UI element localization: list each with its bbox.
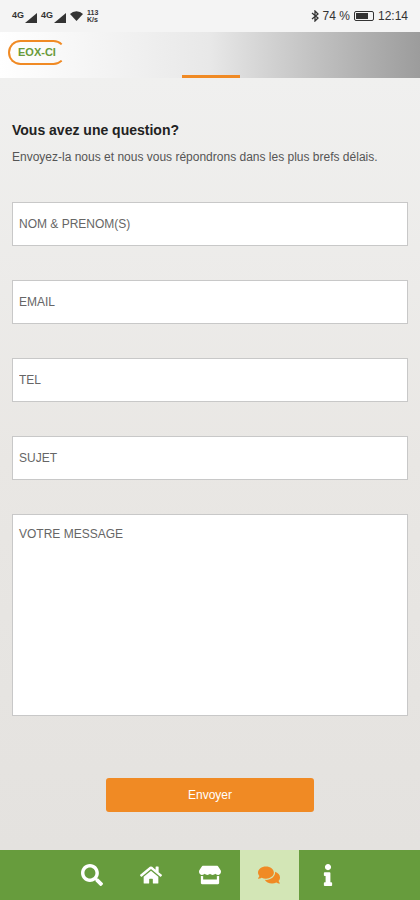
content: Vous avez une question? Envoyez-la nous e… bbox=[0, 78, 420, 850]
form-title: Vous avez une question? bbox=[12, 120, 408, 141]
app: 4G 4G 113K/s 74 % 12:14 EOX-CI Vous avez une q… bbox=[0, 0, 420, 900]
text-field[interactable] bbox=[12, 358, 408, 402]
search-icon bbox=[81, 864, 103, 886]
nav-item[interactable] bbox=[62, 850, 121, 900]
nav-item[interactable] bbox=[240, 850, 299, 900]
nav-item[interactable] bbox=[299, 850, 358, 900]
logo: EOX-CI bbox=[8, 40, 66, 65]
network-indicator: 4G bbox=[41, 9, 66, 23]
battery-level: 74 % bbox=[323, 7, 350, 25]
message-field[interactable] bbox=[12, 514, 408, 716]
clock: 12:14 bbox=[378, 7, 408, 25]
form-subtitle: Envoyez-la nous et nous vous répondrons … bbox=[12, 149, 408, 166]
status-bar: 4G 4G 113K/s 74 % 12:14 bbox=[0, 0, 420, 32]
store-icon bbox=[199, 864, 221, 886]
signal-icon bbox=[25, 13, 37, 23]
signal-icon bbox=[54, 13, 66, 23]
battery-icon bbox=[354, 11, 374, 21]
submit-button[interactable]: Envoyer bbox=[106, 778, 314, 812]
text-field[interactable] bbox=[12, 436, 408, 480]
header: EOX-CI bbox=[0, 32, 420, 78]
nav-item[interactable] bbox=[121, 850, 180, 900]
chat-icon bbox=[258, 864, 280, 886]
text-field[interactable] bbox=[12, 280, 408, 324]
home-icon bbox=[140, 864, 162, 886]
speed: 113K/s bbox=[87, 9, 98, 23]
network-indicator: 4G bbox=[12, 9, 37, 23]
wifi-icon bbox=[70, 11, 83, 21]
bluetooth-icon bbox=[311, 10, 319, 22]
text-field[interactable] bbox=[12, 202, 408, 246]
nav-item[interactable] bbox=[180, 850, 239, 900]
bottom-nav bbox=[0, 850, 420, 900]
info-icon bbox=[317, 864, 339, 886]
